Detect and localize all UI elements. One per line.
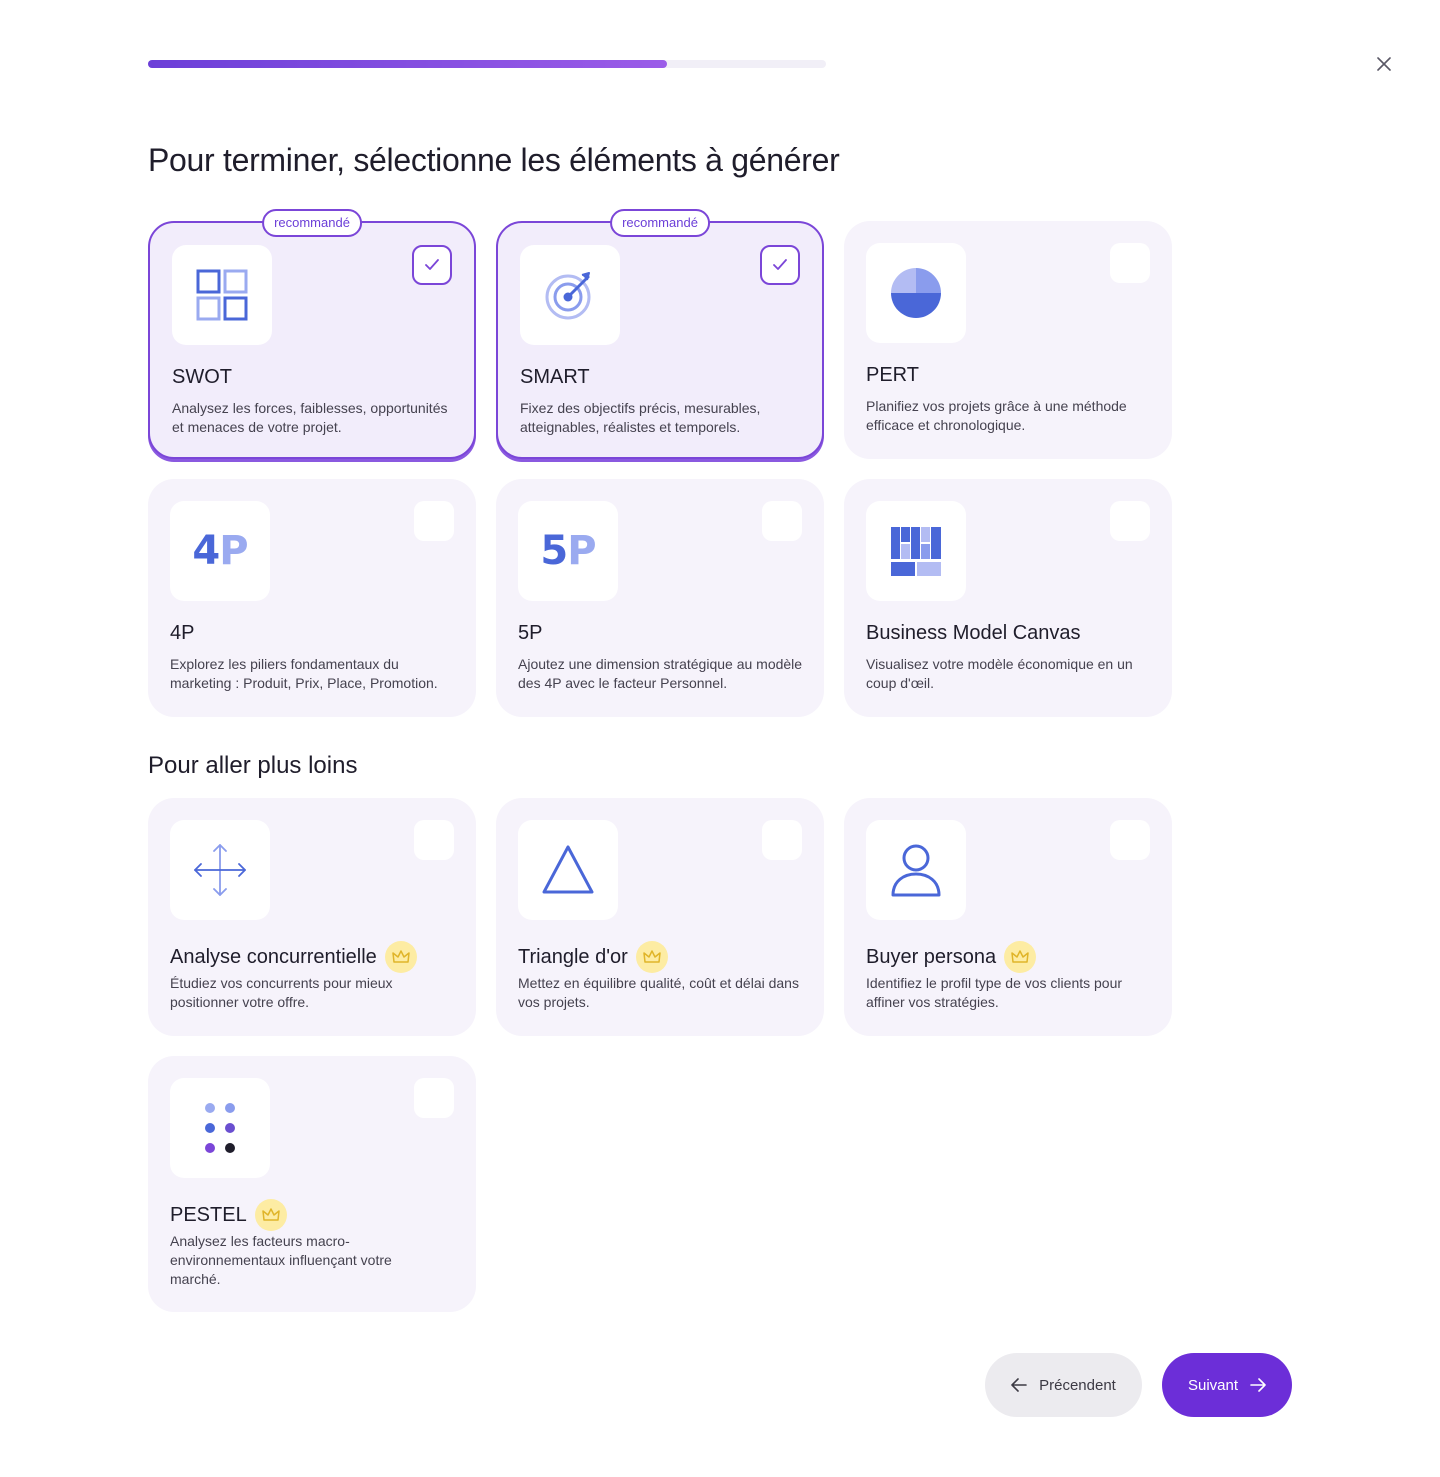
crown-icon: [254, 1199, 287, 1231]
card-smart[interactable]: recommandé SMART Fixez des objectifs pré…: [496, 209, 824, 459]
card-swot[interactable]: recommandé SWOT Analysez les forces, fai…: [148, 209, 476, 459]
check-icon: [425, 259, 439, 270]
recommended-badge: recommandé: [610, 209, 710, 237]
5p-icon: 5P: [518, 501, 618, 601]
move-arrows-icon: [170, 820, 270, 920]
arrow-left-icon: [1011, 1378, 1027, 1392]
card-description: Mettez en équilibre qualité, coût et dél…: [518, 975, 799, 1010]
card-title: 5P: [518, 622, 543, 644]
card-description: Explorez les piliers fondamentaux du mar…: [170, 656, 438, 691]
card-buyer-persona[interactable]: Buyer persona Identifiez le profil type …: [844, 798, 1172, 1036]
target-icon: [520, 245, 620, 345]
card-analyse-concurrentielle[interactable]: Analyse concurrentielle Étudiez vos conc…: [148, 798, 476, 1036]
crown-icon: [1004, 941, 1037, 973]
card-description: Analysez les facteurs macro-environnemen…: [170, 1233, 392, 1287]
arrow-right-icon: [1250, 1378, 1266, 1392]
dots-grid-icon: [170, 1078, 270, 1178]
page-title: Pour terminer, sélectionne les éléments …: [148, 142, 840, 178]
recommended-badge: recommandé: [262, 209, 362, 237]
previous-button-label: Précendent: [1039, 1376, 1116, 1394]
check-icon: [773, 259, 787, 270]
progress-fill: [148, 60, 667, 68]
card-4p[interactable]: 4P 4P Explorez les piliers fondamentaux …: [148, 479, 476, 717]
card-title: PERT: [866, 364, 919, 386]
checkbox-buyer-persona[interactable]: [1110, 820, 1150, 860]
checkbox-bmc[interactable]: [1110, 501, 1150, 541]
pie-chart-icon: [866, 243, 966, 343]
canvas-icon: [866, 501, 966, 601]
close-button[interactable]: [1372, 52, 1396, 76]
checkbox-triangle-d-or[interactable]: [762, 820, 802, 860]
triangle-icon: [518, 820, 618, 920]
close-icon: [1377, 57, 1391, 71]
grid-icon: [172, 245, 272, 345]
card-description: Étudiez vos concurrents pour mieux posit…: [170, 975, 393, 1010]
card-bmc[interactable]: Business Model Canvas Visualisez votre m…: [844, 479, 1172, 717]
card-description: Planifiez vos projets grâce à une méthod…: [866, 398, 1127, 433]
card-5p[interactable]: 5P 5P Ajoutez une dimension stratégique …: [496, 479, 824, 717]
checkbox-4p[interactable]: [414, 501, 454, 541]
card-title: SMART: [520, 366, 590, 388]
checkbox-smart[interactable]: [760, 245, 800, 285]
card-title: Business Model Canvas: [866, 622, 1081, 644]
progress-bar: [148, 60, 826, 68]
previous-button[interactable]: Précendent: [985, 1353, 1142, 1417]
card-title: Buyer persona: [866, 941, 1037, 973]
card-description: Identifiez le profil type de vos clients…: [866, 975, 1123, 1010]
card-title: 4P: [170, 622, 195, 644]
card-pestel[interactable]: PESTEL Analysez les facteurs macro-envir…: [148, 1056, 476, 1312]
card-description: Visualisez votre modèle économique en un…: [866, 656, 1133, 691]
user-icon: [866, 820, 966, 920]
checkbox-5p[interactable]: [762, 501, 802, 541]
checkbox-swot[interactable]: [412, 245, 452, 285]
checkbox-pestel[interactable]: [414, 1078, 454, 1118]
card-pert[interactable]: PERT Planifiez vos projets grâce à une m…: [844, 221, 1172, 459]
section-title: Pour aller plus loins: [148, 752, 358, 779]
card-title: PESTEL: [170, 1199, 287, 1231]
card-description: Analysez les forces, faiblesses, opportu…: [172, 400, 448, 435]
card-triangle-d-or[interactable]: Triangle d'or Mettez en équilibre qualit…: [496, 798, 824, 1036]
card-description: Ajoutez une dimension stratégique au mod…: [518, 656, 803, 691]
card-description: Fixez des objectifs précis, mesurables, …: [520, 400, 761, 435]
crown-icon: [635, 941, 668, 973]
4p-icon: 4P: [170, 501, 270, 601]
next-button-label: Suivant: [1187, 1376, 1239, 1394]
card-title: Analyse concurrentielle: [170, 941, 417, 973]
checkbox-analyse-concurrentielle[interactable]: [414, 820, 454, 860]
card-title: SWOT: [172, 366, 232, 388]
card-title: Triangle d'or: [518, 941, 668, 973]
crown-icon: [384, 941, 417, 973]
next-button[interactable]: Suivant: [1162, 1353, 1292, 1417]
checkbox-pert[interactable]: [1110, 243, 1150, 283]
